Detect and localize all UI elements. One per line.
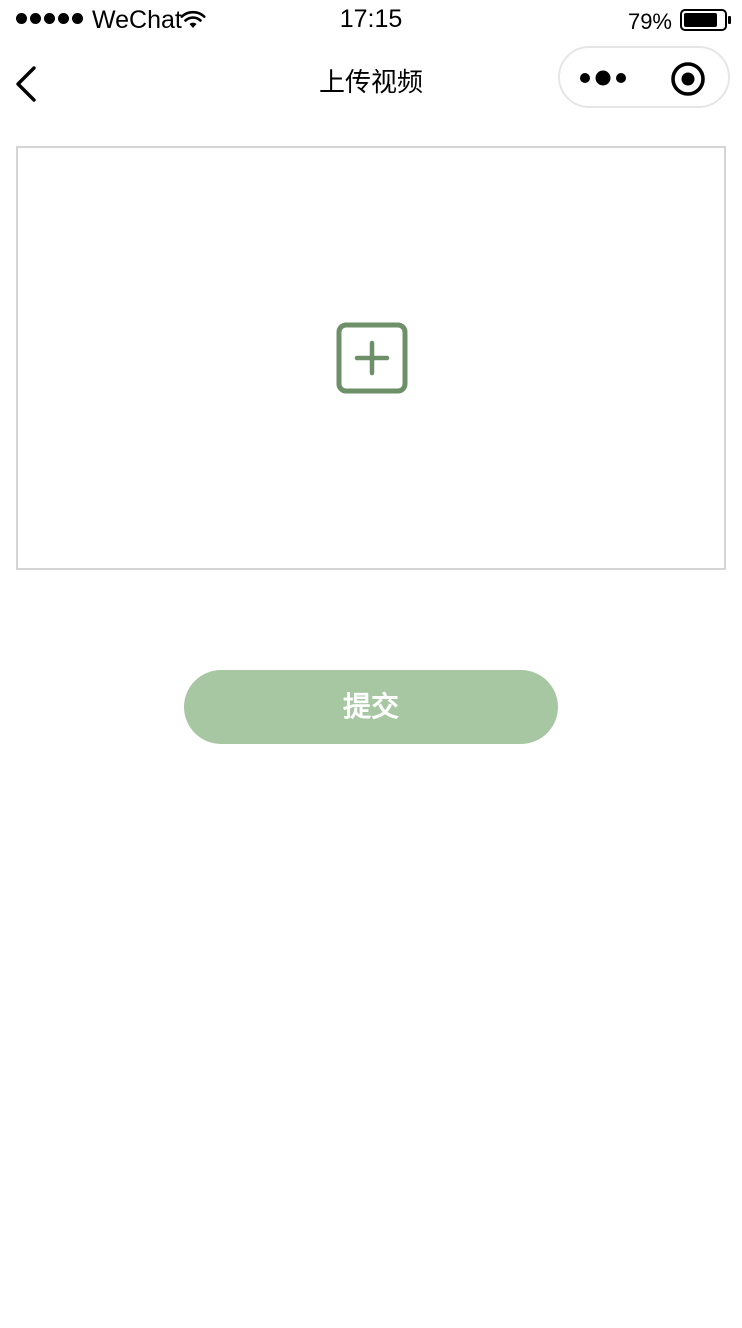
status-bar: WeChat 17:15 79% bbox=[0, 0, 742, 40]
target-icon[interactable] bbox=[670, 61, 706, 97]
video-upload-area[interactable] bbox=[16, 146, 726, 570]
nav-bar: 上传视频 bbox=[0, 40, 742, 126]
capsule-divider bbox=[645, 64, 646, 92]
battery-percent: 79% bbox=[627, 9, 672, 34]
more-icon[interactable] bbox=[578, 65, 628, 91]
mini-program-capsule bbox=[558, 46, 730, 108]
submit-button[interactable]: 提交 bbox=[184, 670, 558, 744]
battery-icon bbox=[680, 9, 731, 31]
add-square-icon[interactable] bbox=[336, 322, 408, 394]
